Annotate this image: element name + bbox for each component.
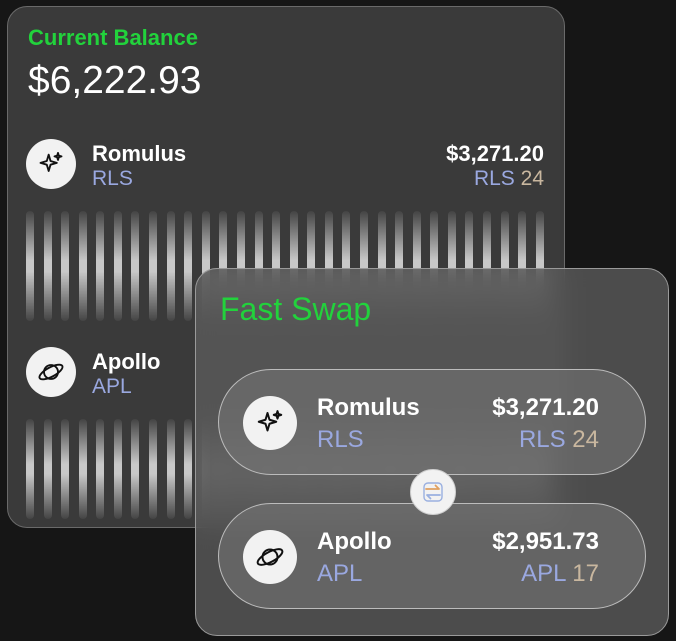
balance-label: Current Balance [28,25,198,50]
sparkline-bar [43,419,52,519]
swap-to-name: Apollo [317,528,392,555]
sparkline-bar [96,211,105,321]
sparkline-bar [61,419,70,519]
sparkline-bar [131,419,140,519]
asset-name: Apollo [92,349,161,374]
holding-symbol: APL [521,560,566,587]
sparkline-bar [166,419,175,519]
sparkline-bar [26,211,34,321]
holding-symbol: RLS [518,426,566,453]
asset-name: Romulus [92,141,187,166]
sparkline-bar [113,419,122,519]
swap-from-holding: RLS 24 [519,426,599,454]
swap-from-value: $3,271.20 [492,394,599,421]
sparkline-bar [131,211,140,321]
asset-holding: RLS 24 [474,167,544,191]
asset-value: $3,271.20 [446,141,544,166]
swap-to-holding: APL 17 [521,560,599,588]
holding-quantity: 24 [520,167,544,190]
swap-from-pill[interactable]: Romulus RLS $3,271.20 RLS 24 [218,369,646,475]
sparkline-bar [184,211,193,321]
asset-row-romulus[interactable]: Romulus RLS $3,271.20 RLS 24 [26,137,544,193]
sparkline-bar [149,211,158,321]
sparkline-bar [78,211,87,321]
asset-symbol: RLS [92,167,133,190]
swap-arrows-icon [423,482,443,502]
swap-to-value: $2,951.73 [492,528,599,555]
holding-symbol: RLS [473,167,515,190]
sparkline-bar [184,419,193,519]
sparkline-bar [26,419,34,519]
balance-value: $6,222.93 [28,59,202,102]
swap-direction-button[interactable] [410,469,456,515]
swap-to-pill[interactable]: Apollo APL $2,951.73 APL 17 [218,503,646,609]
sparkline-bar [166,211,175,321]
planet-icon [243,530,297,584]
sparkline-bar [61,211,70,321]
sparkline-bar [96,419,105,519]
swap-from-symbol: RLS [317,426,364,453]
swap-from-name: Romulus [317,394,420,421]
planet-icon [26,347,76,397]
sparkline-bar [78,419,87,519]
sparkles-icon [26,139,76,189]
asset-symbol: APL [92,375,132,398]
swap-to-symbol: APL [317,560,363,587]
fast-swap-card: Fast Swap Romulus RLS $3,271.20 RLS 24 A… [195,268,669,636]
sparkline-bar [149,419,158,519]
holding-quantity: 17 [572,560,599,587]
sparkline-bar [113,211,122,321]
sparkles-icon [243,396,297,450]
swap-title: Fast Swap [220,291,372,327]
holding-quantity: 24 [572,426,599,453]
sparkline-bar [43,211,52,321]
